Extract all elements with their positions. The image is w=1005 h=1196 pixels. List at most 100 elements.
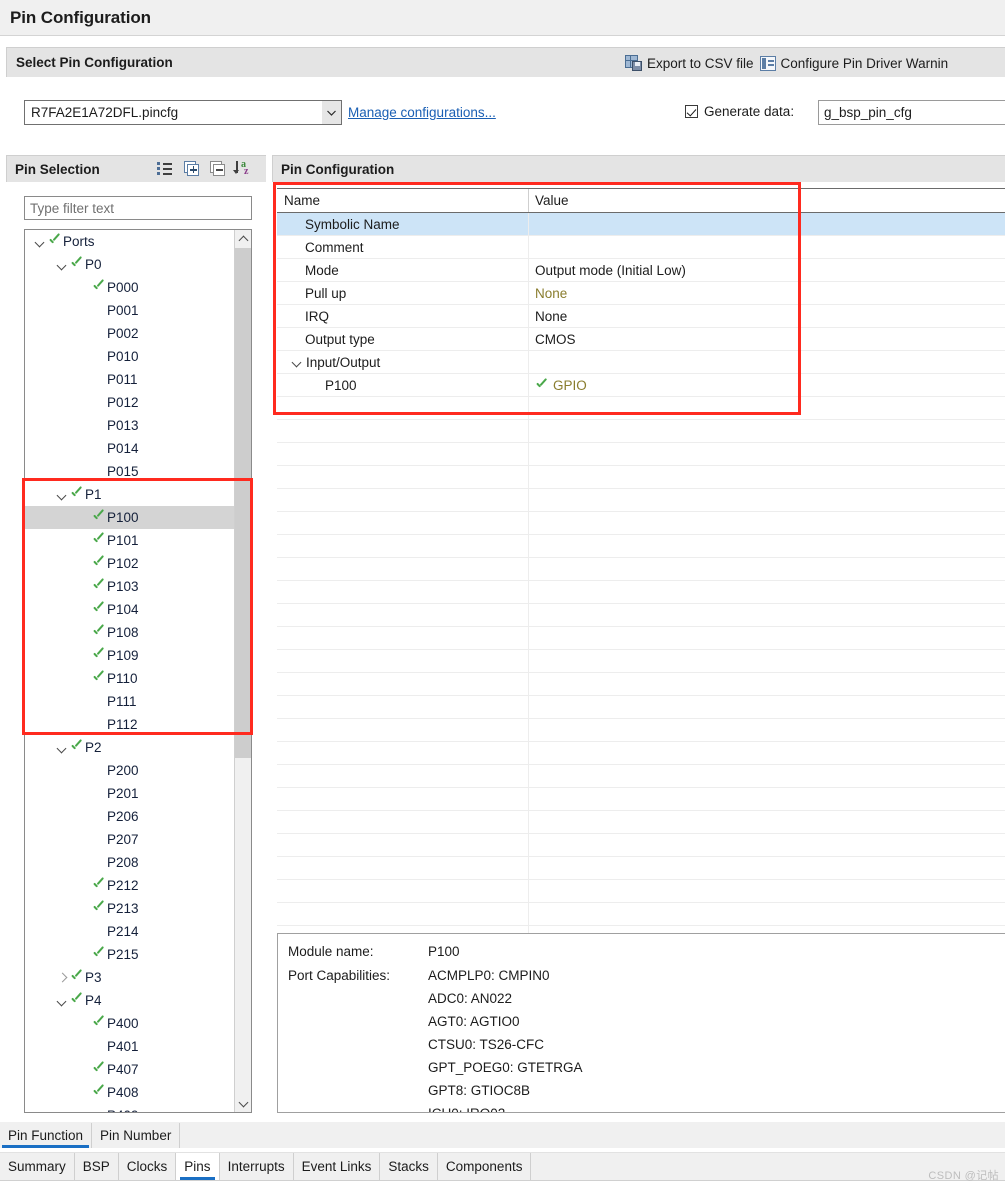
pin-view-tabs[interactable]: Pin Function Pin Number <box>0 1122 1005 1148</box>
cell-property-value[interactable] <box>529 351 1005 373</box>
tree-item-p1[interactable]: P1 <box>25 483 235 506</box>
check-placeholder <box>91 396 107 410</box>
table-row[interactable]: Symbolic Name <box>277 213 1005 236</box>
pin-configuration-table[interactable]: Name Value Symbolic Name Comment Mode Output … <box>277 188 1005 949</box>
chevron-down-icon[interactable] <box>55 488 69 502</box>
table-row[interactable]: P100 GPIO <box>277 374 1005 397</box>
tree-item-p206[interactable]: P206 <box>25 805 235 828</box>
tree-item-p2[interactable]: P2 <box>25 736 235 759</box>
tree-item-p109[interactable]: P109 <box>25 644 235 667</box>
table-row[interactable]: Mode Output mode (Initial Low) <box>277 259 1005 282</box>
cell-empty-value <box>529 788 1005 810</box>
tree-item-p103[interactable]: P103 <box>25 575 235 598</box>
generate-data-checkbox[interactable] <box>685 105 698 118</box>
cell-property-value[interactable] <box>529 213 1005 235</box>
tree-item-p408[interactable]: P408 <box>25 1081 235 1104</box>
tab-interrupts[interactable]: Interrupts <box>219 1153 294 1180</box>
tree-item-p108[interactable]: P108 <box>25 621 235 644</box>
tree-item-p3[interactable]: P3 <box>25 966 235 989</box>
tree-item-p208[interactable]: P208 <box>25 851 235 874</box>
table-row[interactable]: Comment <box>277 236 1005 259</box>
generate-data-input[interactable]: g_bsp_pin_cfg <box>818 100 1005 125</box>
cell-property-value[interactable]: CMOS <box>529 328 1005 350</box>
configure-warnings-label: Configure Pin Driver Warnin <box>780 55 949 71</box>
tree-item-label: P215 <box>107 947 139 962</box>
tree-item-p010[interactable]: P010 <box>25 345 235 368</box>
chevron-down-icon[interactable] <box>55 258 69 272</box>
pin-selection-tree[interactable]: Ports P0 P000 P001 P002 P010 P011 P012 P013 P014 P… <box>24 229 252 1113</box>
chevron-down-icon[interactable] <box>322 101 341 124</box>
cell-property-value[interactable]: None <box>529 282 1005 304</box>
table-row[interactable]: Output type CMOS <box>277 328 1005 351</box>
pin-configuration-select[interactable]: R7FA2E1A72DFL.pincfg <box>24 100 342 125</box>
cell-property-value[interactable]: Output mode (Initial Low) <box>529 259 1005 281</box>
tree-item-p100[interactable]: P100 <box>25 506 235 529</box>
tree-item-p101[interactable]: P101 <box>25 529 235 552</box>
tree-item-p409[interactable]: P409 <box>25 1104 235 1112</box>
tree-scrollbar[interactable] <box>234 230 251 1112</box>
manage-configurations-link[interactable]: Manage configurations... <box>348 105 496 120</box>
tree-item-p012[interactable]: P012 <box>25 391 235 414</box>
tree-item-p011[interactable]: P011 <box>25 368 235 391</box>
cell-property-value[interactable] <box>529 236 1005 258</box>
table-row[interactable]: Input/Output <box>277 351 1005 374</box>
chevron-right-icon[interactable] <box>55 971 69 985</box>
cell-property-value[interactable]: None <box>529 305 1005 327</box>
sort-az-icon[interactable]: az <box>233 159 252 177</box>
filter-input[interactable]: Type filter text <box>24 196 252 220</box>
tree-item-p201[interactable]: P201 <box>25 782 235 805</box>
tree-item-p407[interactable]: P407 <box>25 1058 235 1081</box>
tree-item-p401[interactable]: P401 <box>25 1035 235 1058</box>
tree-item-p001[interactable]: P001 <box>25 299 235 322</box>
table-row[interactable]: Pull up None <box>277 282 1005 305</box>
tree-item-p002[interactable]: P002 <box>25 322 235 345</box>
export-to-csv-button[interactable]: Export to CSV file <box>625 55 754 71</box>
scrollbar-thumb[interactable] <box>235 248 251 758</box>
table-row[interactable]: IRQ None <box>277 305 1005 328</box>
tab-pin-function[interactable]: Pin Function <box>0 1123 93 1148</box>
collapse-all-icon[interactable] <box>209 160 226 177</box>
chevron-down-icon[interactable] <box>55 741 69 755</box>
tab-stacks[interactable]: Stacks <box>380 1153 438 1180</box>
chevron-down-icon[interactable] <box>290 355 304 369</box>
tab-pins[interactable]: Pins <box>176 1153 220 1180</box>
tree-item-ports[interactable]: Ports <box>25 230 235 253</box>
tree-item-p111[interactable]: P111 <box>25 690 235 713</box>
tree-item-p015[interactable]: P015 <box>25 460 235 483</box>
tree-item-p110[interactable]: P110 <box>25 667 235 690</box>
tree-item-p400[interactable]: P400 <box>25 1012 235 1035</box>
scroll-down-icon[interactable] <box>235 1095 251 1112</box>
tree-item-p215[interactable]: P215 <box>25 943 235 966</box>
tab-bsp[interactable]: BSP <box>74 1153 119 1180</box>
tree-item-p4[interactable]: P4 <box>25 989 235 1012</box>
tree-item-p014[interactable]: P014 <box>25 437 235 460</box>
cell-empty-value <box>529 673 1005 695</box>
tab-summary[interactable]: Summary <box>0 1153 75 1180</box>
tree-item-p212[interactable]: P212 <box>25 874 235 897</box>
tab-event-links[interactable]: Event Links <box>293 1153 381 1180</box>
tree-item-p213[interactable]: P213 <box>25 897 235 920</box>
tree-item-p000[interactable]: P000 <box>25 276 235 299</box>
tree-item-p104[interactable]: P104 <box>25 598 235 621</box>
tab-components[interactable]: Components <box>437 1153 532 1180</box>
tree-item-p214[interactable]: P214 <box>25 920 235 943</box>
scroll-up-icon[interactable] <box>235 230 251 247</box>
expand-all-icon[interactable] <box>183 160 200 177</box>
tree-item-p207[interactable]: P207 <box>25 828 235 851</box>
chevron-down-icon[interactable] <box>33 235 47 249</box>
tree-item-p013[interactable]: P013 <box>25 414 235 437</box>
tree-item-p0[interactable]: P0 <box>25 253 235 276</box>
filter-placeholder: Type filter text <box>30 200 115 216</box>
chevron-down-icon[interactable] <box>55 994 69 1008</box>
list-icon[interactable] <box>157 160 174 177</box>
tree-item-p112[interactable]: P112 <box>25 713 235 736</box>
column-header-value[interactable]: Value <box>529 189 1005 212</box>
tab-clocks[interactable]: Clocks <box>118 1153 177 1180</box>
tab-pin-number[interactable]: Pin Number <box>92 1123 181 1148</box>
column-header-name[interactable]: Name <box>277 189 529 212</box>
cell-property-value[interactable]: GPIO <box>529 374 1005 396</box>
configure-pin-driver-warnings-button[interactable]: Configure Pin Driver Warnin <box>759 55 949 71</box>
configuration-tabs[interactable]: Summary BSP Clocks Pins Interrupts Event Link… <box>0 1152 1005 1180</box>
tree-item-p200[interactable]: P200 <box>25 759 235 782</box>
tree-item-p102[interactable]: P102 <box>25 552 235 575</box>
